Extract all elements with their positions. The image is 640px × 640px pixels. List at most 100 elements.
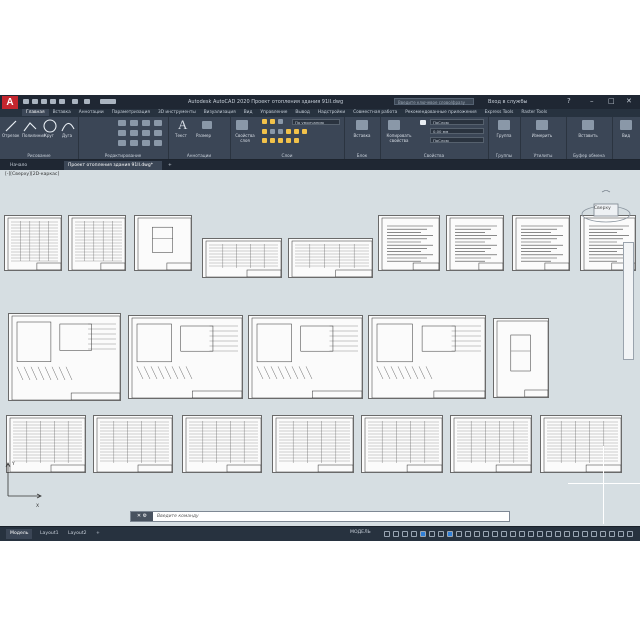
- ribbon-tab[interactable]: Совместная работа: [349, 109, 401, 116]
- drawing-sheet[interactable]: [248, 315, 363, 399]
- status-toggle-icon[interactable]: [627, 531, 633, 537]
- redo-icon[interactable]: [84, 99, 90, 104]
- ribbon-tab[interactable]: Raster Tools: [517, 109, 551, 116]
- layer-isolate-icon[interactable]: [278, 129, 283, 134]
- layer-properties-icon[interactable]: [236, 120, 248, 130]
- status-toggle-icon[interactable]: [510, 531, 516, 537]
- status-toggle-icon[interactable]: [483, 531, 489, 537]
- status-toggle-icon[interactable]: [501, 531, 507, 537]
- match-properties-label[interactable]: Копировать свойства: [382, 133, 416, 143]
- layer-lock-icon[interactable]: [278, 119, 283, 124]
- minimize-icon[interactable]: –: [590, 97, 594, 105]
- layer-on-icon[interactable]: [262, 119, 267, 124]
- command-input[interactable]: Введите команду: [157, 512, 199, 521]
- status-toggle-icon[interactable]: [600, 531, 606, 537]
- drawing-sheet[interactable]: [134, 215, 192, 271]
- status-toggle-icon[interactable]: [555, 531, 561, 537]
- undo-icon[interactable]: [72, 99, 78, 104]
- drawing-sheet[interactable]: [368, 315, 486, 399]
- drawing-sheet[interactable]: [4, 215, 62, 271]
- layer-previous-icon[interactable]: [270, 138, 275, 143]
- group-label[interactable]: Группа: [492, 133, 516, 138]
- ribbon-tab[interactable]: 3D инструменты: [154, 109, 200, 116]
- insert-block-label[interactable]: Вставка: [348, 133, 376, 138]
- layer-delete-icon[interactable]: [286, 138, 291, 143]
- close-icon[interactable]: ✕: [626, 97, 632, 105]
- add-layout-button[interactable]: +: [92, 529, 104, 539]
- save-as-icon[interactable]: [50, 99, 56, 104]
- start-tab[interactable]: Начало: [6, 161, 62, 170]
- drawing-sheet[interactable]: [361, 415, 443, 473]
- drawing-sheet[interactable]: [8, 313, 121, 401]
- status-toggle-icon[interactable]: [609, 531, 615, 537]
- measure-icon[interactable]: [536, 120, 548, 130]
- text-tool-label[interactable]: Текст: [175, 133, 187, 138]
- drawing-tab[interactable]: Проект отопления здания 91II.dwg*: [64, 161, 162, 170]
- status-toggle-icon[interactable]: [411, 531, 417, 537]
- move-icon[interactable]: [118, 120, 126, 126]
- open-file-icon[interactable]: [32, 99, 38, 104]
- layout2-tab[interactable]: Layout2: [64, 529, 91, 539]
- status-toggle-icon[interactable]: [456, 531, 462, 537]
- drawing-sheet[interactable]: [540, 415, 622, 473]
- layer-merge-icon[interactable]: [278, 138, 283, 143]
- drawing-sheet[interactable]: [272, 415, 354, 473]
- status-toggle-icon[interactable]: [618, 531, 624, 537]
- layer-thaw-icon[interactable]: [302, 129, 307, 134]
- paste-label[interactable]: Вставить: [572, 133, 604, 138]
- text-tool-icon[interactable]: A: [178, 117, 187, 133]
- signin-button[interactable]: Вход в службы: [488, 99, 527, 105]
- layer-copy-icon[interactable]: [294, 138, 299, 143]
- status-toggle-icon[interactable]: [447, 531, 453, 537]
- explode-icon[interactable]: [154, 130, 162, 136]
- status-toggle-icon[interactable]: [528, 531, 534, 537]
- drawing-sheet[interactable]: [446, 215, 504, 271]
- status-toggle-icon[interactable]: [393, 531, 399, 537]
- drawing-sheet[interactable]: [450, 415, 532, 473]
- model-space-button[interactable]: МОДЕЛЬ: [350, 530, 371, 535]
- ribbon-tab[interactable]: Аннотации: [75, 109, 108, 116]
- polyline-tool-label[interactable]: Полилиния: [22, 133, 45, 138]
- viewcube[interactable]: [580, 190, 636, 240]
- status-toggle-icon[interactable]: [573, 531, 579, 537]
- ribbon-tab[interactable]: Главная: [22, 109, 49, 116]
- circle-tool-label[interactable]: Круг: [44, 133, 54, 138]
- offset-icon[interactable]: [154, 140, 162, 146]
- print-icon[interactable]: [59, 99, 65, 104]
- layer-match-icon[interactable]: [270, 129, 275, 134]
- status-toggle-icon[interactable]: [582, 531, 588, 537]
- drawing-sheet[interactable]: [93, 415, 173, 473]
- model-tab[interactable]: Модель: [6, 529, 33, 539]
- ribbon-tab[interactable]: Вставка: [49, 109, 75, 116]
- command-line[interactable]: ✕ ⚙ Введите команду: [130, 511, 510, 522]
- group-icon[interactable]: [498, 120, 510, 130]
- layer-off-icon[interactable]: [286, 129, 291, 134]
- view-label[interactable]: Вид: [616, 133, 636, 138]
- linetype-dropdown[interactable]: ПоСлою: [430, 137, 484, 143]
- lineweight-dropdown[interactable]: 0.00 мм: [430, 128, 484, 134]
- stretch-icon[interactable]: [118, 140, 126, 146]
- status-toggle-icon[interactable]: [402, 531, 408, 537]
- drawing-sheet[interactable]: [378, 215, 440, 271]
- drawing-canvas[interactable]: [-][Сверху][2D-каркас] Сверху Y X ✕ ⚙ Вв…: [0, 170, 640, 526]
- save-icon[interactable]: [41, 99, 47, 104]
- layer-dropdown[interactable]: По умолчанию: [292, 119, 340, 125]
- match-properties-icon[interactable]: [388, 120, 400, 130]
- navigation-bar[interactable]: [623, 242, 634, 360]
- measure-label[interactable]: Измерить: [526, 133, 558, 138]
- layout1-tab[interactable]: Layout1: [36, 529, 63, 539]
- status-toggle-icon[interactable]: [474, 531, 480, 537]
- dimension-tool-label[interactable]: Размер: [196, 133, 211, 138]
- insert-block-icon[interactable]: [356, 120, 368, 130]
- ribbon-tab[interactable]: Параметризация: [108, 109, 154, 116]
- status-toggle-icon[interactable]: [537, 531, 543, 537]
- arc-tool-label[interactable]: Дуга: [62, 133, 72, 138]
- ribbon-tab[interactable]: Вывод: [291, 109, 313, 116]
- status-toggle-icon[interactable]: [438, 531, 444, 537]
- ribbon-tab[interactable]: Надстройки: [314, 109, 349, 116]
- line-tool-label[interactable]: Отрезок: [2, 133, 19, 138]
- new-file-icon[interactable]: [23, 99, 29, 104]
- ribbon-tab[interactable]: Управление: [256, 109, 291, 116]
- drawing-sheet[interactable]: [512, 215, 570, 271]
- dimension-icon[interactable]: [202, 121, 212, 129]
